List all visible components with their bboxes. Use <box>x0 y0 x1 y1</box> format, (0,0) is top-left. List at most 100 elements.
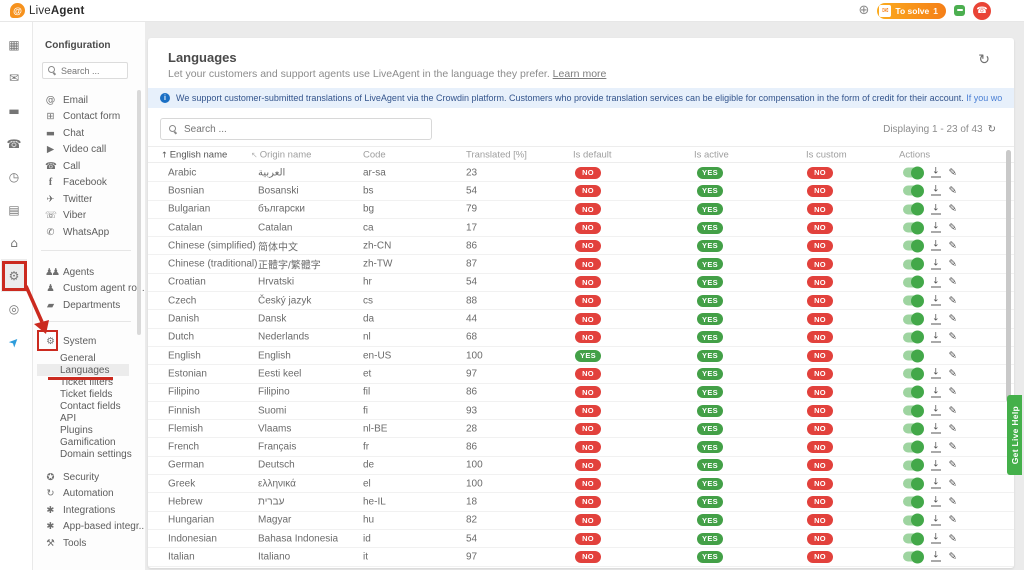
edit-icon[interactable]: ✎ <box>949 387 957 398</box>
edit-icon[interactable]: ✎ <box>949 478 957 489</box>
to-solve-button[interactable]: ✉ To solve 1 <box>877 3 946 19</box>
download-icon[interactable]: ↓ <box>931 534 941 544</box>
edit-icon[interactable]: ✎ <box>949 259 957 270</box>
download-icon[interactable]: ↓ <box>931 460 941 470</box>
column-english-name[interactable]: ↑English name <box>161 149 227 160</box>
download-icon[interactable]: ↓ <box>931 479 941 489</box>
sidebar-subitem-api[interactable]: API <box>33 412 145 424</box>
active-toggle[interactable] <box>903 460 923 470</box>
sidebar-item-contact-form[interactable]: ⊞ Contact form <box>33 109 145 126</box>
rail-item-history-clock[interactable]: ◷ <box>1 160 27 193</box>
get-live-help-tab[interactable]: Get Live Help <box>1007 395 1022 475</box>
rail-item-dashboard[interactable]: ▦ <box>1 28 27 61</box>
edit-icon[interactable]: ✎ <box>949 185 957 196</box>
active-toggle[interactable] <box>903 259 923 269</box>
sidebar-scrollbar[interactable] <box>137 90 141 335</box>
add-new-icon[interactable]: ⊕ <box>859 4 870 17</box>
active-toggle[interactable] <box>903 369 923 379</box>
table-search[interactable] <box>160 118 432 140</box>
sidebar-subitem-gamification[interactable]: Gamification <box>33 436 145 448</box>
edit-icon[interactable]: ✎ <box>949 496 957 507</box>
refresh-icon[interactable]: ↻ <box>988 124 996 135</box>
active-toggle[interactable] <box>903 168 923 178</box>
download-icon[interactable]: ↓ <box>931 515 941 525</box>
active-toggle[interactable] <box>903 186 923 196</box>
download-icon[interactable]: ↓ <box>931 424 941 434</box>
liveagent-logo[interactable]: @ LiveAgent <box>10 3 85 18</box>
contribute-link[interactable]: If you would like to contribute to the t… <box>966 93 1002 103</box>
active-toggle[interactable] <box>903 351 923 361</box>
sidebar-item-twitter[interactable]: ✈ Twitter <box>33 191 145 208</box>
active-toggle[interactable] <box>903 223 923 233</box>
sidebar-item-tools[interactable]: ⚒ Tools <box>33 535 145 552</box>
rail-item-chat-bubble[interactable]: ▬ <box>1 94 27 127</box>
download-icon[interactable]: ↓ <box>931 241 941 251</box>
table-scrollbar[interactable] <box>1006 150 1011 402</box>
download-icon[interactable]: ↓ <box>931 442 941 452</box>
column-code[interactable]: Code <box>363 149 386 160</box>
edit-icon[interactable]: ✎ <box>949 332 957 343</box>
active-toggle[interactable] <box>903 515 923 525</box>
edit-icon[interactable]: ✎ <box>949 350 957 361</box>
sidebar-subitem-domain-settings[interactable]: Domain settings <box>33 448 145 460</box>
edit-icon[interactable]: ✎ <box>949 515 957 526</box>
edit-icon[interactable]: ✎ <box>949 551 957 562</box>
edit-icon[interactable]: ✎ <box>949 405 957 416</box>
edit-icon[interactable]: ✎ <box>949 277 957 288</box>
sidebar-item-viber[interactable]: ☏ Viber <box>33 208 145 225</box>
edit-icon[interactable]: ✎ <box>949 222 957 233</box>
active-toggle[interactable] <box>903 204 923 214</box>
sidebar-subitem-ticket-filters[interactable]: Ticket filters <box>33 376 145 388</box>
edit-icon[interactable]: ✎ <box>949 240 957 251</box>
active-toggle[interactable] <box>903 241 923 251</box>
active-toggle[interactable] <box>903 296 923 306</box>
download-icon[interactable]: ↓ <box>931 406 941 416</box>
sidebar-item-system[interactable]: ⚙ System <box>33 333 145 350</box>
active-toggle[interactable] <box>903 387 923 397</box>
edit-icon[interactable]: ✎ <box>949 368 957 379</box>
download-icon[interactable]: ↓ <box>931 552 941 562</box>
rail-item-agent-settings[interactable]: ◎ <box>1 292 27 325</box>
download-icon[interactable]: ↓ <box>931 332 941 342</box>
sidebar-item-whatsapp[interactable]: ✆ WhatsApp <box>33 224 145 241</box>
active-toggle[interactable] <box>903 479 923 489</box>
download-icon[interactable]: ↓ <box>931 168 941 178</box>
sidebar-item-custom-agent-roles[interactable]: ♟ Custom agent rol... <box>33 281 145 298</box>
active-toggle[interactable] <box>903 552 923 562</box>
sidebar-subitem-ticket-fields[interactable]: Ticket fields <box>33 388 145 400</box>
active-toggle[interactable] <box>903 314 923 324</box>
sidebar-search[interactable] <box>42 62 128 79</box>
sidebar-search-input[interactable] <box>61 66 122 76</box>
active-toggle[interactable] <box>903 424 923 434</box>
rail-item-company-building[interactable]: ⌂ <box>1 226 27 259</box>
rail-item-contacts-card[interactable]: ▤ <box>1 193 27 226</box>
download-icon[interactable]: ↓ <box>931 314 941 324</box>
rail-item-onboarding-rocket[interactable]: ➤ <box>1 325 27 358</box>
learn-more-link[interactable]: Learn more <box>553 68 607 80</box>
sidebar-item-chat[interactable]: ▬ Chat <box>33 125 145 142</box>
edit-icon[interactable]: ✎ <box>949 442 957 453</box>
active-toggle[interactable] <box>903 497 923 507</box>
sidebar-item-call[interactable]: ☎ Call <box>33 158 145 175</box>
rail-item-call-phone[interactable]: ☎ <box>1 127 27 160</box>
sidebar-item-automation[interactable]: ↻ Automation <box>33 486 145 503</box>
rail-item-configuration-gear[interactable]: ⚙ <box>1 259 27 292</box>
edit-icon[interactable]: ✎ <box>949 423 957 434</box>
column-translated[interactable]: Translated [%] <box>466 149 527 160</box>
download-icon[interactable]: ↓ <box>931 259 941 269</box>
sidebar-item-integrations[interactable]: ✱ Integrations <box>33 502 145 519</box>
download-icon[interactable]: ↓ <box>931 387 941 397</box>
sidebar-item-app-based-integrations[interactable]: ✱ App-based integr... <box>33 519 145 536</box>
download-icon[interactable]: ↓ <box>931 204 941 214</box>
sidebar-subitem-contact-fields[interactable]: Contact fields <box>33 400 145 412</box>
table-search-input[interactable] <box>184 124 423 135</box>
active-toggle[interactable] <box>903 277 923 287</box>
rail-item-tickets-mail[interactable]: ✉ <box>1 61 27 94</box>
download-icon[interactable]: ↓ <box>931 369 941 379</box>
active-toggle[interactable] <box>903 534 923 544</box>
sidebar-item-agents[interactable]: ♟♟ Agents <box>33 264 145 281</box>
active-toggle[interactable] <box>903 332 923 342</box>
active-toggle[interactable] <box>903 406 923 416</box>
edit-icon[interactable]: ✎ <box>949 167 957 178</box>
sidebar-item-facebook[interactable]: f Facebook <box>33 175 145 192</box>
